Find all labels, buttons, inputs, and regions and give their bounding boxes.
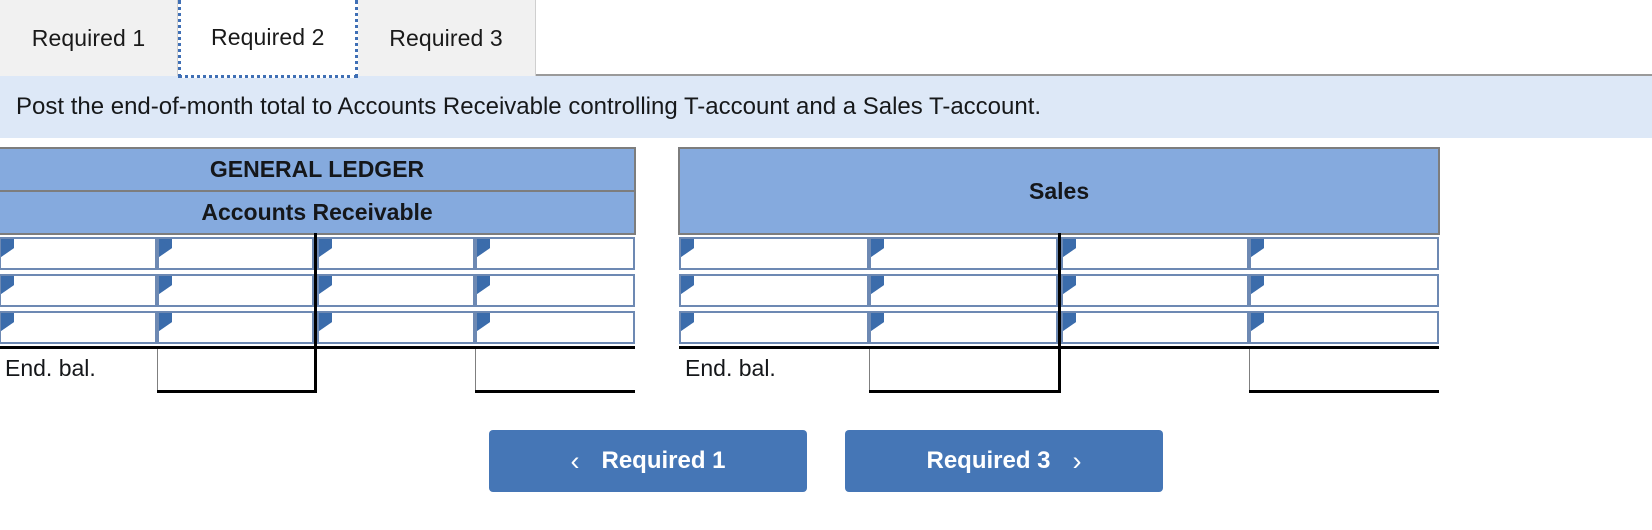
sales-cell-r1c3[interactable] xyxy=(1057,234,1250,272)
dropdown-triangle-icon[interactable] xyxy=(477,276,490,294)
ar-cell-r3c2[interactable] xyxy=(157,309,315,348)
sales-end-balance-value-3[interactable] xyxy=(1249,346,1440,393)
sales-title: Sales xyxy=(678,147,1441,235)
table-row xyxy=(679,309,1440,348)
ar-cell-r1c3[interactable] xyxy=(313,234,475,272)
dropdown-triangle-icon[interactable] xyxy=(1251,313,1265,331)
ar-cell-r1c2[interactable] xyxy=(157,234,315,272)
sales-cell-r2c1[interactable] xyxy=(679,272,870,309)
ledger-title-row: GENERAL LEDGER xyxy=(0,147,637,192)
sales-cell-r2c3[interactable] xyxy=(1057,272,1250,309)
tab-strip: Required 1 Required 2 Required 3 xyxy=(0,0,1652,78)
ar-cell-r1c1[interactable] xyxy=(0,234,157,272)
dropdown-triangle-icon[interactable] xyxy=(1251,276,1265,294)
sales-cell-r1c1[interactable] xyxy=(679,234,870,272)
dropdown-triangle-icon[interactable] xyxy=(318,313,332,331)
ar-end-balance-value-2[interactable] xyxy=(313,346,476,392)
tab-required-2[interactable]: Required 2 xyxy=(178,0,358,78)
instruction-text: Post the end-of-month total to Accounts … xyxy=(16,93,1042,120)
dropdown-triangle-icon[interactable] xyxy=(681,313,695,331)
dropdown-triangle-icon[interactable] xyxy=(1,313,14,331)
tab-strip-filler xyxy=(535,0,1652,74)
ledger-account-row: Accounts Receivable xyxy=(0,190,637,235)
ar-cell-r2c3[interactable] xyxy=(313,272,475,309)
ar-cell-r3c1[interactable] xyxy=(0,309,157,348)
dropdown-triangle-icon[interactable] xyxy=(477,239,490,257)
ar-end-balance-value-3[interactable] xyxy=(475,346,636,393)
dropdown-triangle-icon[interactable] xyxy=(159,313,172,331)
dropdown-triangle-icon[interactable] xyxy=(1062,313,1076,331)
footer-navigation: ‹ Required 1 Required 3 › xyxy=(0,430,1652,492)
dropdown-triangle-icon[interactable] xyxy=(871,239,885,257)
sales-end-balance-value-1[interactable] xyxy=(869,346,1060,393)
dropdown-triangle-icon[interactable] xyxy=(1062,239,1076,257)
dropdown-triangle-icon[interactable] xyxy=(871,276,885,294)
ledger-title: GENERAL LEDGER xyxy=(0,147,637,192)
next-required-3-button[interactable]: Required 3 › xyxy=(845,430,1163,492)
ar-cell-r2c2[interactable] xyxy=(157,272,315,309)
next-button-label: Required 3 xyxy=(926,447,1051,474)
sales-cell-r1c4[interactable] xyxy=(1249,234,1440,272)
dropdown-triangle-icon[interactable] xyxy=(318,239,332,257)
table-row xyxy=(0,272,636,309)
ar-end-balance-value-1[interactable] xyxy=(157,346,316,393)
sales-end-balance-value-2[interactable] xyxy=(1057,346,1250,392)
table-row xyxy=(0,234,636,272)
dropdown-triangle-icon[interactable] xyxy=(159,276,172,294)
dropdown-triangle-icon[interactable] xyxy=(477,313,490,331)
sales-end-balance-row: End. bal. xyxy=(679,346,1440,393)
dropdown-triangle-icon[interactable] xyxy=(1062,276,1076,294)
sales-cell-r3c1[interactable] xyxy=(679,309,870,348)
dropdown-triangle-icon[interactable] xyxy=(318,276,332,294)
sales-cell-r3c3[interactable] xyxy=(1057,309,1250,348)
ar-cell-r3c3[interactable] xyxy=(313,309,475,348)
dropdown-triangle-icon[interactable] xyxy=(681,239,695,257)
table-row xyxy=(679,272,1440,309)
ar-end-balance-label: End. bal. xyxy=(0,346,158,392)
sales-cell-r1c2[interactable] xyxy=(869,234,1059,272)
sales-cell-r2c2[interactable] xyxy=(869,272,1059,309)
tab-required-1[interactable]: Required 1 xyxy=(0,0,178,76)
dropdown-triangle-icon[interactable] xyxy=(871,313,885,331)
table-row xyxy=(0,309,636,348)
dropdown-triangle-icon[interactable] xyxy=(159,239,172,257)
dropdown-triangle-icon[interactable] xyxy=(1,276,14,294)
instruction-bar: Post the end-of-month total to Accounts … xyxy=(0,76,1652,138)
prev-button-label: Required 1 xyxy=(601,447,726,474)
ar-cell-r3c4[interactable] xyxy=(475,309,636,348)
tab-required-3[interactable]: Required 3 xyxy=(357,0,536,76)
dropdown-triangle-icon[interactable] xyxy=(681,276,695,294)
chevron-left-icon: ‹ xyxy=(570,445,580,476)
sales-cell-r3c4[interactable] xyxy=(1249,309,1440,348)
ar-cell-r2c1[interactable] xyxy=(0,272,157,309)
sales-title-row: Sales xyxy=(678,147,1441,235)
worksheet-area: GENERAL LEDGER Accounts Receivable End. … xyxy=(0,147,1652,393)
ar-cell-r1c4[interactable] xyxy=(475,234,636,272)
sales-cell-r2c4[interactable] xyxy=(1249,272,1440,309)
prev-required-1-button[interactable]: ‹ Required 1 xyxy=(489,430,807,492)
chevron-right-icon: › xyxy=(1072,445,1082,476)
ar-end-balance-row: End. bal. xyxy=(0,346,636,393)
table-row xyxy=(679,234,1440,272)
ar-cell-r2c4[interactable] xyxy=(475,272,636,309)
ledger-account-name: Accounts Receivable xyxy=(0,190,637,235)
sales-cell-r3c2[interactable] xyxy=(869,309,1059,348)
sales-t-account: Sales End. bal. xyxy=(678,147,1441,393)
accounts-receivable-t-account: GENERAL LEDGER Accounts Receivable End. … xyxy=(0,147,637,393)
dropdown-triangle-icon[interactable] xyxy=(1,239,14,257)
dropdown-triangle-icon[interactable] xyxy=(1251,239,1265,257)
sales-end-balance-label: End. bal. xyxy=(679,346,870,392)
